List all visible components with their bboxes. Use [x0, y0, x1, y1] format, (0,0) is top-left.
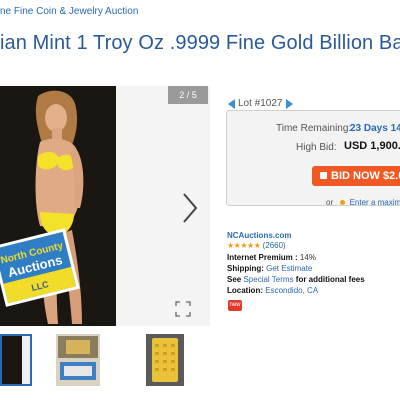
photo-backdrop: North County Auctions LLC: [0, 86, 116, 326]
thumbnail-image-2: [56, 334, 100, 386]
internet-premium-label: Internet Premium :: [227, 253, 298, 262]
seller-name-link[interactable]: NCAuctions.com: [227, 231, 291, 240]
thumbnail-image-3: [146, 334, 184, 386]
rating-stars-icon: ★★★★★: [227, 241, 261, 250]
bid-now-button[interactable]: BID NOW $2.0: [312, 166, 400, 186]
time-remaining-value: 23 Days 14 H: [350, 123, 400, 134]
high-bid-value: USD 1,900.: [344, 140, 400, 152]
max-bid-link[interactable]: Enter a maximum: [350, 198, 400, 207]
internet-premium-row: Internet Premium : 14%: [227, 253, 316, 262]
photo-figure: North County Auctions LLC: [0, 90, 84, 324]
new-badge: new: [228, 300, 242, 311]
max-bid-icon: [340, 200, 346, 205]
lot-navigation: Lot #1027: [228, 98, 293, 109]
photo-counter: 2 / 5: [168, 86, 208, 104]
seller-rating[interactable]: ★★★★★ (2660): [227, 241, 286, 250]
thumbnail-2[interactable]: [56, 334, 100, 386]
location-row: Location: Escondido, CA: [227, 286, 318, 295]
expand-icon: [175, 301, 191, 317]
location-label: Location:: [227, 286, 263, 295]
lot-number: Lot #1027: [238, 98, 283, 109]
high-bid-label: High Bid:: [296, 142, 337, 153]
fullscreen-button[interactable]: [174, 300, 192, 318]
special-terms-link[interactable]: Special Terms: [243, 275, 293, 284]
rating-count: (2660): [262, 241, 286, 250]
thumbnail-1[interactable]: [0, 334, 32, 386]
shipping-label: Shipping:: [227, 264, 264, 273]
time-remaining-label: Time Remaining:: [276, 123, 352, 134]
thumbnail-image-1: [2, 336, 30, 384]
see-text: See: [227, 275, 242, 284]
location-value: Escondido, CA: [265, 286, 319, 295]
gavel-icon: [320, 172, 327, 179]
bid-now-label: BID NOW $2.0: [331, 170, 400, 182]
next-photo-button[interactable]: [178, 190, 200, 226]
next-lot-icon[interactable]: [285, 98, 293, 109]
shipping-estimate-link[interactable]: Get Estimate: [266, 264, 312, 273]
shipping-row: Shipping: Get Estimate: [227, 264, 312, 273]
breadcrumb[interactable]: ne Fine Coin & Jewelry Auction: [0, 6, 138, 17]
internet-premium-value: 14%: [299, 253, 316, 262]
max-bid-row: or Enter a maximum: [326, 198, 400, 207]
prev-lot-icon[interactable]: [228, 98, 235, 109]
thumbnail-3[interactable]: [146, 334, 184, 386]
special-terms-row: See Special Terms for additional fees: [227, 275, 365, 284]
lot-title: ian Mint 1 Troy Oz .9999 Fine Gold Billi…: [0, 32, 400, 54]
or-text: or: [326, 198, 334, 207]
special-terms-suffix: for additional fees: [295, 275, 365, 284]
chevron-right-icon: [183, 193, 198, 223]
